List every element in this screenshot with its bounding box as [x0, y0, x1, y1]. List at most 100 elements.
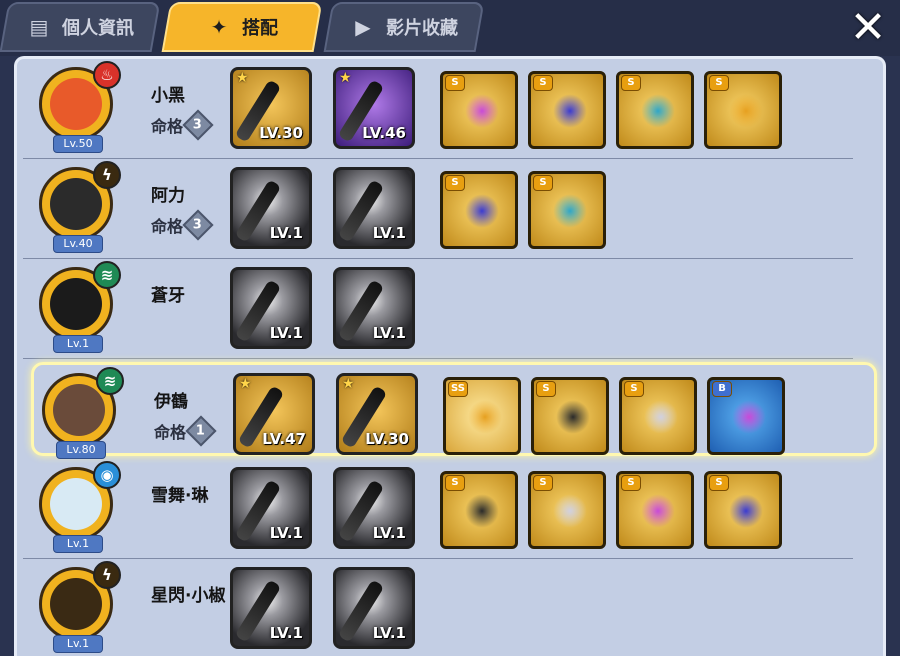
fate-rank-badge: 1: [185, 415, 217, 447]
character-level-badge: Lv.1: [53, 535, 103, 553]
skill-card[interactable]: S: [704, 71, 782, 149]
character-name: 小黑: [151, 86, 185, 106]
weapon-slot[interactable]: ★ LV.30: [230, 67, 312, 149]
weapon-level: LV.1: [372, 324, 406, 342]
wind-element-icon: ≋: [93, 261, 121, 289]
fate-label: 命格: [151, 117, 184, 136]
weapon-slot[interactable]: LV.1: [230, 567, 312, 649]
card-rank-badge: S: [533, 175, 553, 191]
skill-card[interactable]: S: [440, 71, 518, 149]
lightning-element-icon: ϟ: [93, 161, 121, 189]
wind-element-icon: ≋: [96, 367, 124, 395]
character-portrait: [50, 578, 102, 630]
skill-card[interactable]: S: [440, 171, 518, 249]
character-row[interactable]: ϟ Lv.40 阿力 命格 3 LV.1 LV.1 S S: [17, 159, 883, 259]
character-loadout-list: ♨ Lv.50 小黑 命格 3 ★ LV.30 ★ LV.46 S S S Sϟ Lv.40 阿力 命格 3 LV…: [14, 56, 886, 656]
character-row[interactable]: ≋ Lv.1 蒼牙 LV.1 LV.1: [17, 259, 883, 359]
skill-card-icon: [732, 400, 766, 434]
row-divider: [23, 358, 853, 359]
skill-card[interactable]: S: [616, 71, 694, 149]
skill-card-icon: [644, 400, 678, 434]
weapon-level: LV.30: [365, 430, 409, 448]
skill-card-icon: [641, 494, 675, 528]
character-name: 伊鶴: [154, 392, 188, 412]
play-icon: ▶: [355, 15, 371, 39]
character-portrait: [50, 78, 102, 130]
card-rank-badge: S: [621, 475, 641, 491]
weapon-level: LV.47: [262, 430, 306, 448]
weapon-slot[interactable]: LV.1: [333, 467, 415, 549]
weapon-slot[interactable]: ★ LV.46: [333, 67, 415, 149]
character-name: 雪舞·琳: [151, 486, 209, 506]
shuriken-icon: ✦: [210, 15, 228, 39]
skill-card[interactable]: S: [440, 471, 518, 549]
skill-card[interactable]: S: [616, 471, 694, 549]
fate-rank: 命格 3: [151, 109, 214, 141]
fate-rank-value: 3: [193, 217, 203, 233]
tab-profile-label: 個人資訊: [62, 18, 134, 39]
card-rank-badge: S: [445, 75, 465, 91]
tab-loadout[interactable]: ✦ 搭配: [161, 2, 323, 52]
character-level-badge: Lv.80: [56, 441, 106, 459]
weapon-level: LV.1: [372, 624, 406, 642]
skill-card[interactable]: S: [619, 377, 697, 455]
character-name: 阿力: [151, 186, 185, 206]
character-row[interactable]: ♨ Lv.50 小黑 命格 3 ★ LV.30 ★ LV.46 S S S S: [17, 59, 883, 159]
weapon-level: LV.30: [259, 124, 303, 142]
weapon-level: LV.1: [269, 624, 303, 642]
weapon-slot[interactable]: LV.1: [230, 267, 312, 349]
character-row[interactable]: ≋ Lv.80 伊鶴 命格 1 ★ LV.47 ★ LV.30 SS S S B: [31, 362, 877, 459]
character-row[interactable]: ϟ Lv.1 星閃·小椒 LV.1 LV.1: [17, 559, 883, 656]
weapon-slot[interactable]: ★ LV.47: [233, 373, 315, 455]
skill-card-icon: [465, 194, 499, 228]
skill-card[interactable]: S: [531, 377, 609, 455]
card-rank-badge: B: [712, 381, 732, 397]
card-rank-badge: S: [709, 75, 729, 91]
skill-card[interactable]: S: [528, 171, 606, 249]
fate-rank-badge: 3: [182, 209, 214, 241]
top-tab-bar: ▤ 個人資訊 ✦ 搭配 ▶ 影片收藏 ✕: [0, 0, 900, 56]
weapon-slot[interactable]: LV.1: [230, 167, 312, 249]
card-rank-badge: S: [533, 475, 553, 491]
card-rank-badge: S: [536, 381, 556, 397]
weapon-slot[interactable]: LV.1: [333, 167, 415, 249]
skill-card-icon: [465, 94, 499, 128]
skill-card-icon: [553, 94, 587, 128]
card-rank-badge: S: [621, 75, 641, 91]
weapon-slot[interactable]: ★ LV.30: [336, 373, 418, 455]
fate-rank: 命格 3: [151, 209, 214, 241]
weapon-level: LV.1: [269, 324, 303, 342]
fate-rank: 命格 1: [154, 415, 217, 447]
card-rank-badge: SS: [448, 381, 468, 397]
skill-card-icon: [465, 494, 499, 528]
fate-rank-value: 3: [193, 117, 203, 133]
skill-card[interactable]: S: [528, 71, 606, 149]
skill-card-icon: [729, 94, 763, 128]
skill-card[interactable]: S: [528, 471, 606, 549]
tab-video-collection[interactable]: ▶ 影片收藏: [323, 2, 485, 52]
character-portrait: [53, 384, 105, 436]
skill-card-icon: [468, 400, 502, 434]
tab-profile[interactable]: ▤ 個人資訊: [0, 2, 161, 52]
character-level-badge: Lv.1: [53, 335, 103, 353]
skill-card-icon: [641, 94, 675, 128]
weapon-slot[interactable]: LV.1: [333, 267, 415, 349]
card-rank-badge: S: [445, 475, 465, 491]
close-button[interactable]: ✕: [846, 6, 890, 50]
fire-element-icon: ♨: [93, 61, 121, 89]
weapon-level: LV.1: [372, 524, 406, 542]
weapon-level: LV.1: [372, 224, 406, 242]
character-name: 蒼牙: [151, 286, 185, 306]
character-row[interactable]: ◉ Lv.1 雪舞·琳 LV.1 LV.1 S S S S: [17, 459, 883, 559]
character-level-badge: Lv.1: [53, 635, 103, 653]
character-portrait: [50, 478, 102, 530]
skill-card[interactable]: B: [707, 377, 785, 455]
lightning-element-icon: ϟ: [93, 561, 121, 589]
fate-label: 命格: [154, 423, 187, 442]
skill-card[interactable]: SS: [443, 377, 521, 455]
weapon-slot[interactable]: LV.1: [333, 567, 415, 649]
tab-loadout-label: 搭配: [242, 18, 278, 39]
weapon-slot[interactable]: LV.1: [230, 467, 312, 549]
skill-card-icon: [556, 400, 590, 434]
skill-card[interactable]: S: [704, 471, 782, 549]
